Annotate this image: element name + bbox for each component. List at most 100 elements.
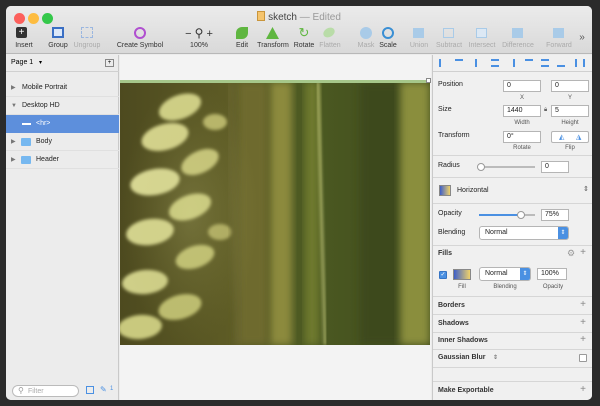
resize-handle[interactable] <box>426 78 431 83</box>
search-icon: ⚲ <box>18 386 24 395</box>
add-border-icon[interactable]: + <box>580 299 586 310</box>
layer-list-panel: Page 1 ▾ + ▶ Mobile Portrait ▼ Desktop H… <box>6 55 119 400</box>
shadows-header: Shadows <box>438 320 469 327</box>
align-center-icon[interactable] <box>491 59 499 67</box>
opacity-slider[interactable] <box>479 211 535 219</box>
subtract-button[interactable]: Subtract <box>434 26 464 49</box>
fill-blend-select[interactable]: Normal ⇕ <box>479 267 531 281</box>
flatten-button[interactable]: Flatten <box>318 25 342 49</box>
chevron-updown-icon: ⇕ <box>558 227 568 239</box>
artboard-desktop-hd[interactable] <box>120 78 431 345</box>
flatten-label: Flatten <box>319 42 341 49</box>
insert-button[interactable]: + Insert <box>12 26 36 49</box>
intersect-button[interactable]: Intersect <box>466 26 498 49</box>
transform-button[interactable]: Transform <box>256 26 290 49</box>
edit-pen-icon[interactable]: ✎ <box>100 385 107 394</box>
align-left-icon[interactable] <box>439 59 447 67</box>
scale-label: Scale <box>379 42 397 49</box>
folder-icon <box>21 138 31 146</box>
divider <box>433 245 592 246</box>
align-horizontal-left-icon[interactable] <box>475 59 483 67</box>
page-name: Page 1 <box>11 59 34 66</box>
add-page-icon[interactable]: + <box>105 59 114 67</box>
align-top-icon[interactable] <box>455 59 463 67</box>
x-field[interactable]: 0 <box>503 80 541 92</box>
toolbar: sketch — Edited + Insert Group Ungroup C… <box>6 6 592 54</box>
zoom-control[interactable]: − ⚲ + 100% <box>182 26 216 49</box>
chevron-updown-icon[interactable]: ⇕ <box>583 185 589 193</box>
radius-field[interactable]: 0 <box>541 161 569 173</box>
flatten-icon <box>318 25 342 40</box>
hr-layer-selection[interactable] <box>120 80 430 83</box>
distribute-icon[interactable] <box>575 59 585 67</box>
mask-button[interactable]: Mask <box>356 26 376 49</box>
fill-opacity-field[interactable]: 100% <box>537 268 567 280</box>
layer-hr[interactable]: <hr> <box>6 115 119 133</box>
page-selector[interactable]: Page 1 ▾ + <box>6 55 119 72</box>
fill-column-label: Fill <box>458 284 466 290</box>
opacity-field[interactable]: 75% <box>541 209 569 221</box>
gaussian-blur-header[interactable]: Gaussian Blur <box>438 354 485 361</box>
difference-button[interactable]: Difference <box>500 26 536 49</box>
radius-slider[interactable] <box>477 163 535 171</box>
symbols-icon[interactable] <box>86 386 94 394</box>
divider <box>433 332 592 333</box>
fill-enabled-checkbox[interactable]: ✓ <box>439 271 447 279</box>
opacity-column-label: Opacity <box>542 284 564 290</box>
align-top-edge-icon[interactable] <box>525 59 533 67</box>
scale-icon <box>378 26 398 40</box>
flip-horizontal-icon[interactable]: ◭ <box>559 133 564 141</box>
edit-button[interactable]: Edit <box>232 26 252 49</box>
blur-checkbox[interactable] <box>579 354 587 362</box>
gradient-type[interactable]: Horizontal <box>457 187 489 194</box>
blending-select[interactable]: Normal ⇕ <box>479 226 569 240</box>
disclosure-right-icon[interactable]: ▶ <box>11 79 19 97</box>
align-middle-icon[interactable] <box>541 59 549 67</box>
disclosure-down-icon[interactable]: ▼ <box>11 97 19 115</box>
add-inner-shadow-icon[interactable]: + <box>580 334 586 345</box>
rotate-button[interactable]: ↻ Rotate <box>292 26 316 50</box>
disclosure-right-icon[interactable]: ▶ <box>11 151 19 169</box>
blending-label: Blending <box>438 229 466 236</box>
canvas[interactable] <box>120 55 431 400</box>
add-fill-icon[interactable]: + <box>580 247 586 258</box>
slider-knob[interactable] <box>517 211 525 219</box>
ungroup-button[interactable]: Ungroup <box>72 26 102 49</box>
fill-color-swatch[interactable] <box>453 269 471 280</box>
y-field[interactable]: 0 <box>551 80 589 92</box>
slider-knob[interactable] <box>477 163 485 171</box>
borders-header: Borders <box>438 302 465 309</box>
forward-button[interactable]: Forward <box>544 26 574 49</box>
difference-icon <box>500 26 536 40</box>
wheat-photo[interactable] <box>120 82 430 345</box>
fill-blend-value: Normal <box>485 270 508 277</box>
layer-body[interactable]: ▶ Body <box>6 133 119 151</box>
layer-desktop-hd[interactable]: ▼ Desktop HD <box>6 97 119 115</box>
lock-icon[interactable]: 🔒︎ <box>544 107 547 114</box>
gradient-swatch[interactable] <box>439 185 451 196</box>
rotate-field[interactable]: 0° <box>503 131 541 143</box>
flip-vertical-icon[interactable]: ◮ <box>576 133 581 141</box>
filter-field[interactable]: ⚲ Filter <box>12 385 79 397</box>
disclosure-right-icon[interactable]: ▶ <box>11 133 19 151</box>
align-bottom-icon[interactable] <box>557 59 565 67</box>
layer-header[interactable]: ▶ Header <box>6 151 119 169</box>
add-export-icon[interactable]: + <box>580 384 586 395</box>
layer-mobile-portrait[interactable]: ▶ Mobile Portrait <box>6 79 119 97</box>
width-field[interactable]: 1440 <box>503 105 541 117</box>
chevron-updown-icon[interactable]: ⇕ <box>493 354 498 361</box>
flip-control[interactable]: ◭ ◮ <box>551 131 589 143</box>
y-label: Y <box>567 95 572 101</box>
union-button[interactable]: Union <box>408 26 430 49</box>
gear-icon[interactable]: ⚙ <box>567 248 575 259</box>
add-shadow-icon[interactable]: + <box>580 317 586 328</box>
scale-button[interactable]: Scale <box>378 26 398 49</box>
union-label: Union <box>409 42 429 49</box>
height-field[interactable]: 5 <box>551 105 589 117</box>
divider <box>433 381 592 382</box>
create-symbol-button[interactable]: Create Symbol <box>114 26 166 49</box>
toolbar-overflow-icon[interactable]: » <box>576 32 588 43</box>
group-button[interactable]: Group <box>46 26 70 49</box>
align-right-icon[interactable] <box>507 59 515 67</box>
rotate-label: Rotate <box>293 42 315 49</box>
